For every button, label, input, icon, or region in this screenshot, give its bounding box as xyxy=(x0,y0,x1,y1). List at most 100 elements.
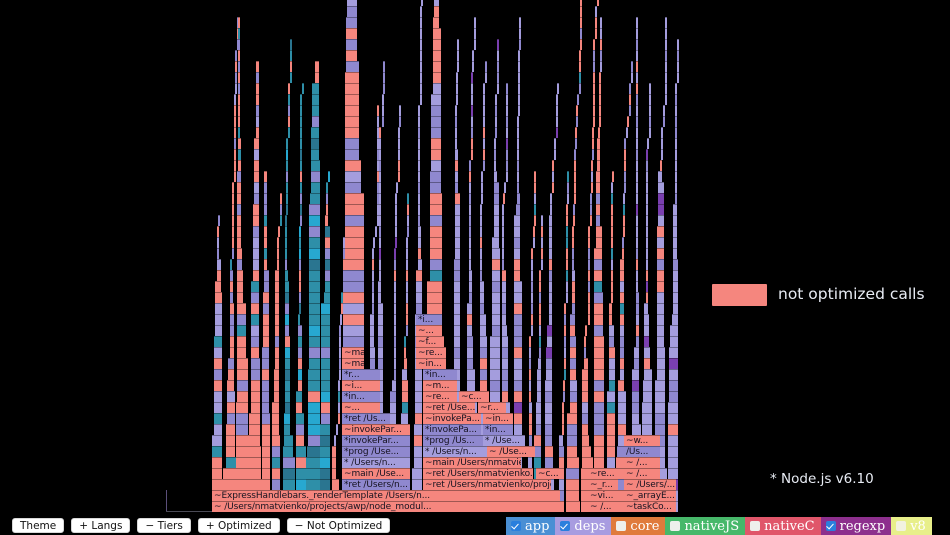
flame-frame[interactable] xyxy=(342,303,365,314)
flame-frame[interactable] xyxy=(594,325,604,336)
flame-frame[interactable] xyxy=(418,171,421,182)
flame-frame[interactable] xyxy=(249,413,261,424)
flame-frame[interactable] xyxy=(334,435,337,446)
flame-frame[interactable] xyxy=(502,314,506,325)
flame-frame[interactable] xyxy=(529,413,532,424)
flame-frame[interactable] xyxy=(414,457,422,468)
flame-frame-labeled[interactable]: ~invokePa... xyxy=(423,413,481,424)
flame-frame[interactable] xyxy=(415,380,422,391)
flame-frame[interactable] xyxy=(535,413,542,424)
flame-frame[interactable] xyxy=(376,105,379,116)
flame-frame-labeled[interactable]: ~taskCo... xyxy=(624,501,676,512)
flame-frame[interactable] xyxy=(494,215,499,226)
flame-frame[interactable] xyxy=(251,380,261,391)
flame-frame[interactable] xyxy=(545,413,552,424)
flame-frame[interactable] xyxy=(284,215,288,226)
flame-frame[interactable] xyxy=(609,325,615,336)
flame-frame[interactable] xyxy=(564,325,566,336)
flame-frame[interactable] xyxy=(537,380,542,391)
flame-frame[interactable] xyxy=(345,39,358,50)
flame-frame[interactable] xyxy=(254,182,259,193)
flame-frame[interactable] xyxy=(541,226,544,237)
flame-frame[interactable] xyxy=(420,6,423,17)
flame-frame[interactable] xyxy=(342,270,364,281)
flame-frame[interactable] xyxy=(299,259,302,270)
add-langs-button[interactable]: + Langs xyxy=(71,518,131,533)
flame-frame[interactable] xyxy=(646,149,649,160)
flame-frame[interactable] xyxy=(657,204,664,215)
flame-frame[interactable] xyxy=(591,138,594,149)
flame-frame[interactable] xyxy=(252,270,259,281)
flame-frame[interactable] xyxy=(262,413,271,424)
flame-frame[interactable] xyxy=(518,72,520,83)
flame-frame[interactable] xyxy=(635,160,638,171)
flame-frame[interactable] xyxy=(506,138,509,149)
flame-frame[interactable] xyxy=(594,292,604,303)
flame-frame[interactable] xyxy=(571,226,574,237)
flame-frame[interactable] xyxy=(416,303,422,314)
flame-frame[interactable] xyxy=(236,314,246,325)
flame-frame[interactable] xyxy=(657,215,664,226)
theme-button[interactable]: Theme xyxy=(12,518,65,533)
flame-frame[interactable] xyxy=(299,248,302,259)
flame-frame[interactable] xyxy=(479,248,482,259)
flame-frame[interactable] xyxy=(494,149,497,160)
flame-frame[interactable] xyxy=(677,61,680,72)
flame-frame[interactable] xyxy=(338,391,341,402)
flame-frame[interactable] xyxy=(584,336,587,347)
flame-frame[interactable] xyxy=(587,248,590,259)
flame-frame[interactable] xyxy=(457,39,460,50)
flame-frame[interactable] xyxy=(675,182,678,193)
flame-frame[interactable] xyxy=(310,127,319,138)
flame-frame[interactable] xyxy=(278,226,281,237)
flame-frame[interactable] xyxy=(646,160,649,171)
flame-frame[interactable] xyxy=(429,259,443,270)
flame-frame[interactable] xyxy=(567,457,579,468)
flame-frame[interactable] xyxy=(412,468,422,479)
flame-frame[interactable] xyxy=(429,204,443,215)
flame-frame[interactable] xyxy=(370,358,376,369)
flame-frame[interactable] xyxy=(569,325,575,336)
flame-frame[interactable] xyxy=(619,270,624,281)
flame-frame[interactable] xyxy=(309,226,320,237)
flame-frame[interactable] xyxy=(545,380,552,391)
flame-frame[interactable] xyxy=(251,369,261,380)
flame-frame[interactable] xyxy=(236,281,244,292)
flame-frame[interactable] xyxy=(529,358,532,369)
flame-frame[interactable] xyxy=(232,248,235,259)
flame-frame[interactable] xyxy=(262,446,271,457)
flame-frame-labeled[interactable]: *invokePar... xyxy=(342,435,410,446)
flame-frame-labeled[interactable]: *ret /Users/n... xyxy=(342,479,410,490)
flame-frame[interactable] xyxy=(600,61,603,72)
flame-frame[interactable] xyxy=(513,380,522,391)
flame-frame[interactable] xyxy=(513,424,522,435)
flame-frame[interactable] xyxy=(237,160,241,171)
flame-frame[interactable] xyxy=(284,358,291,369)
flame-frame[interactable] xyxy=(456,94,459,105)
flame-frame[interactable] xyxy=(286,204,289,215)
flame-frame[interactable] xyxy=(300,204,303,215)
flame-frame[interactable] xyxy=(274,303,280,314)
flame-frame[interactable] xyxy=(479,347,487,358)
flame-frame[interactable] xyxy=(590,204,593,215)
flame-frame[interactable] xyxy=(344,204,364,215)
flame-frame[interactable] xyxy=(320,413,330,424)
flame-frame[interactable] xyxy=(312,83,319,94)
flame-frame[interactable] xyxy=(412,479,422,490)
flame-frame[interactable] xyxy=(479,292,484,303)
flame-frame[interactable] xyxy=(252,204,259,215)
flame-frame[interactable] xyxy=(513,314,522,325)
flame-frame[interactable] xyxy=(256,72,259,83)
flame-frame[interactable] xyxy=(529,391,532,402)
flame-frame[interactable] xyxy=(471,83,474,94)
flame-frame[interactable] xyxy=(236,336,246,347)
flame-frame[interactable] xyxy=(492,292,500,303)
flame-frame[interactable] xyxy=(561,424,564,435)
flame-frame[interactable] xyxy=(549,226,552,237)
flame-frame[interactable] xyxy=(405,270,408,281)
flame-frame[interactable] xyxy=(594,424,604,435)
flame-frame[interactable] xyxy=(223,468,236,479)
flame-frame[interactable] xyxy=(594,446,604,457)
flame-frame[interactable] xyxy=(635,72,638,83)
flame-frame[interactable] xyxy=(494,204,499,215)
